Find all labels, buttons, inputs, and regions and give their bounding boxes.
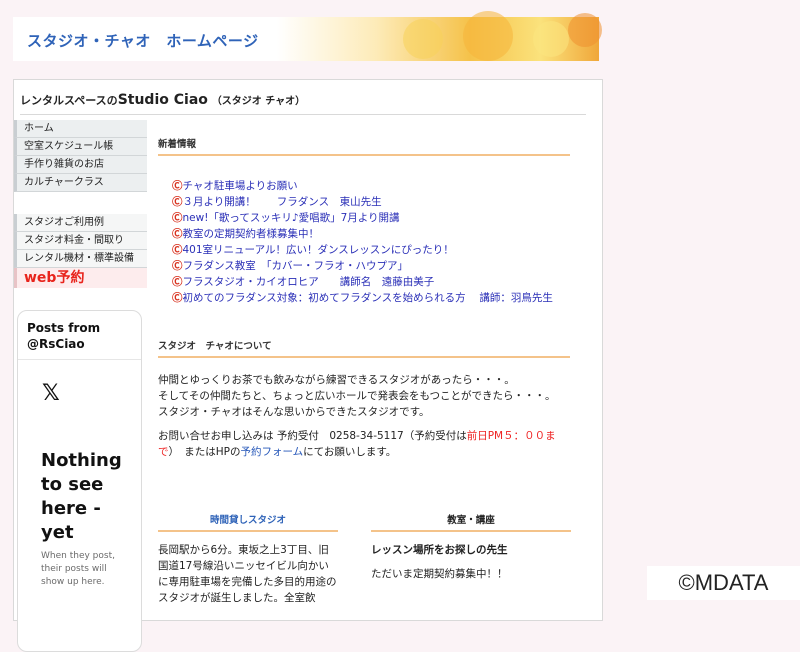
- about-heading: スタジオ チャオについて: [158, 338, 570, 358]
- rental-studio-section: 時間貸しスタジオ 長岡駅から6分。東坂之上3丁目、旧国道17号線沿いニッセイビル…: [158, 512, 338, 606]
- class-text: ただいま定期契約募集中！！: [371, 568, 508, 580]
- sidebar-item-equipment[interactable]: レンタル機材・標準設備: [14, 250, 147, 268]
- class-heading: 教室・講座: [371, 512, 571, 532]
- site-title: レンタルスペースのStudio Ciao （スタジオ チャオ）: [20, 92, 586, 115]
- news-item[interactable]: Ⓒ初めてのフラダンス対象：初めてフラダンスを始められる方 講師：羽鳥先生: [172, 290, 570, 306]
- c-mark-icon: Ⓒ: [172, 212, 183, 224]
- sidebar-item-home[interactable]: ホーム: [14, 120, 147, 138]
- sidebar-item-culture[interactable]: カルチャークラス: [14, 174, 147, 192]
- news-item[interactable]: Ⓒ教室の定期契約者様募集中！: [172, 226, 570, 242]
- twitter-divider: [18, 359, 141, 360]
- c-mark-icon: Ⓒ: [172, 196, 183, 208]
- rental-studio-heading[interactable]: 時間貸しスタジオ: [158, 512, 338, 532]
- site-title-prefix: レンタルスペースの: [20, 94, 118, 107]
- class-subheading: レッスン場所をお探しの先生: [371, 544, 508, 556]
- sidebar-item-schedule[interactable]: 空室スケジュール帳: [14, 138, 147, 156]
- news-item[interactable]: Ⓒフラスタジオ・カイオロヒア 講師名 遠藤由美子: [172, 274, 570, 290]
- about-line: そしてその仲間たちと、ちょっと広いホールで発表会をもつことができたら・・・。: [158, 390, 556, 402]
- about-line: スタジオ・チャオはそんな思いからできたスタジオです。: [158, 406, 430, 418]
- x-logo-icon[interactable]: 𝕏: [42, 381, 60, 406]
- news-item[interactable]: Ⓒnew!「歌ってスッキリ♪愛唱歌」7月より開講: [172, 210, 570, 226]
- news-item[interactable]: Ⓒ401室リニューアル！広い！ダンスレッスンにぴったり！: [172, 242, 570, 258]
- sidebar-item-pricing[interactable]: スタジオ料金・間取り: [14, 232, 147, 250]
- news-item[interactable]: Ⓒフラダンス教室 「カバー・フラオ・ハウプア」: [172, 258, 570, 274]
- contact-info: お問い合せお申し込みは 予約受付 0258-34-5117（予約受付は前日PM５…: [158, 430, 556, 458]
- twitter-widget: Posts from @RsCiao 𝕏 Nothing to see here…: [17, 310, 142, 652]
- site-title-name: Studio Ciao: [117, 92, 208, 108]
- sidebar-nav: ホーム 空室スケジュール帳 手作り雑貨のお店 カルチャークラス スタジオご利用例…: [14, 120, 147, 288]
- main-content: 新着情報 Ⓒチャオ駐車場よりお願い Ⓒ３月より開講！ フラダンス 東山先生 Ⓒn…: [158, 136, 570, 460]
- sidebar-item-shop[interactable]: 手作り雑貨のお店: [14, 156, 147, 174]
- page-container: レンタルスペースのStudio Ciao （スタジオ チャオ） ホーム 空室スケ…: [13, 79, 603, 652]
- about-line: 仲間とゆっくりお茶でも飲みながら練習できるスタジオがあったら・・・。: [158, 374, 515, 386]
- twitter-empty-sub: When they post, their posts will show up…: [41, 551, 115, 587]
- news-list: Ⓒチャオ駐車場よりお願い Ⓒ３月より開講！ フラダンス 東山先生 Ⓒnew!「歌…: [158, 178, 570, 306]
- rental-studio-text: 長岡駅から6分。東坂之上3丁目、旧国道17号線沿いニッセイビル向かいに専用駐車場…: [158, 544, 337, 604]
- site-title-suffix: （スタジオ チャオ）: [211, 96, 306, 107]
- web-reserve-link[interactable]: web予約: [14, 268, 147, 288]
- c-mark-icon: Ⓒ: [172, 260, 183, 272]
- twitter-title[interactable]: Posts from @RsCiao: [18, 311, 141, 352]
- c-mark-icon: Ⓒ: [172, 228, 183, 240]
- c-mark-icon: Ⓒ: [172, 292, 183, 304]
- news-item[interactable]: Ⓒ３月より開講！ フラダンス 東山先生: [172, 194, 570, 210]
- watermark: ©MDATA: [647, 566, 800, 600]
- c-mark-icon: Ⓒ: [172, 276, 183, 288]
- class-section: 教室・講座 レッスン場所をお探しの先生 ただいま定期契約募集中！！: [371, 512, 571, 582]
- twitter-empty-message: Nothing to see here - yet: [41, 450, 122, 543]
- about-text: 仲間とゆっくりお茶でも飲みながら練習できるスタジオがあったら・・・。 そしてその…: [158, 372, 570, 460]
- news-item[interactable]: Ⓒチャオ駐車場よりお願い: [172, 178, 570, 194]
- c-mark-icon: Ⓒ: [172, 180, 183, 192]
- c-mark-icon: Ⓒ: [172, 244, 183, 256]
- sidebar-item-usage-examples[interactable]: スタジオご利用例: [14, 214, 147, 232]
- header-banner: スタジオ・チャオ ホームページ: [13, 11, 602, 61]
- header-title: スタジオ・チャオ ホームページ: [27, 32, 259, 50]
- reservation-form-link[interactable]: 予約フォーム: [240, 446, 303, 458]
- news-heading: 新着情報: [158, 136, 570, 156]
